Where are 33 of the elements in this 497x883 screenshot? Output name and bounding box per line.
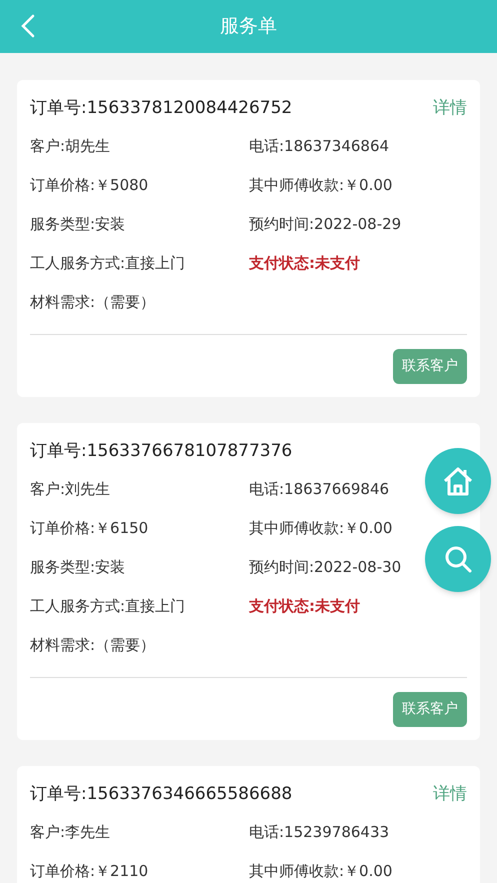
order-field: 工人服务方式:直接上门 bbox=[30, 244, 186, 283]
order-number: 订单号:1563376678107877376 bbox=[30, 440, 292, 464]
page-title: 服务单 bbox=[220, 14, 277, 40]
contact-customer-button[interactable]: 联系客户 bbox=[393, 692, 467, 727]
order-field: 预约时间:2022-08-29 bbox=[249, 205, 402, 244]
order-field: 电话:18637346864 bbox=[249, 127, 390, 166]
order-field: 其中师傅收款:￥0.00 bbox=[249, 166, 392, 205]
order-number: 订单号:1563376346665586688 bbox=[30, 783, 292, 806]
order-field: 其中师傅收款:￥0.00 bbox=[249, 852, 392, 883]
order-field: 客户:刘先生 bbox=[30, 470, 110, 509]
back-icon bbox=[21, 14, 35, 38]
order-field: 工人服务方式:直接上门 bbox=[30, 587, 186, 626]
order-field: 订单价格:￥2110 bbox=[30, 852, 148, 883]
order-field: 客户:李先生 bbox=[30, 813, 110, 852]
order-field: 电话:15239786433 bbox=[249, 813, 390, 852]
order-field: 客户:胡先生 bbox=[30, 127, 110, 166]
contact-customer-button[interactable]: 联系客户 bbox=[393, 349, 467, 384]
order-field: 材料需求:（需要） bbox=[30, 626, 156, 665]
order-field: 服务类型:安装 bbox=[30, 548, 126, 587]
search-icon bbox=[444, 545, 472, 573]
order-field: 电话:18637669846 bbox=[249, 470, 390, 509]
order-field: 订单价格:￥6150 bbox=[30, 509, 148, 548]
order-number: 订单号:1563378120084426752 bbox=[30, 97, 292, 120]
details-link[interactable]: 详情 bbox=[433, 96, 467, 122]
order-field: 材料需求:（需要） bbox=[30, 283, 156, 322]
order-field: 服务类型:安装 bbox=[30, 205, 126, 244]
order-field: 支付状态:未支付 bbox=[249, 244, 360, 283]
details-link[interactable]: 详情 bbox=[433, 782, 467, 808]
home-icon bbox=[441, 466, 475, 496]
order-field: 支付状态:未支付 bbox=[249, 587, 360, 626]
order-field: 其中师傅收款:￥0.00 bbox=[249, 509, 392, 548]
order-field: 预约时间:2022-08-30 bbox=[249, 548, 402, 587]
order-field: 订单价格:￥5080 bbox=[30, 166, 148, 205]
